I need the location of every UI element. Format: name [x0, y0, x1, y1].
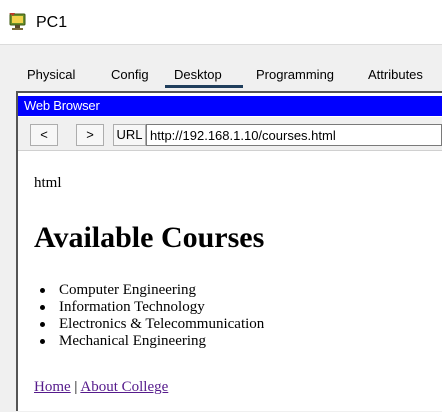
bullet-icon [40, 288, 45, 293]
browser-nav-bar: < > URL [18, 117, 442, 151]
course-name: Information Technology [59, 299, 205, 315]
tab-physical[interactable]: Physical [27, 65, 75, 87]
list-item: Mechanical Engineering [34, 333, 264, 350]
page-heading: Available Courses [34, 221, 265, 254]
course-name: Computer Engineering [59, 282, 197, 298]
tab-bar: Physical Config Desktop Programming Attr… [0, 65, 442, 87]
window-title: PC1 [36, 14, 68, 31]
list-item: Information Technology [34, 299, 264, 316]
home-link[interactable]: Home [34, 379, 71, 395]
bullet-icon [40, 322, 45, 327]
pc-icon [7, 11, 31, 33]
doc-label: html [34, 175, 62, 191]
active-tab-indicator [165, 85, 243, 88]
course-name: Mechanical Engineering [59, 333, 207, 349]
browser-title-bar: Web Browser [18, 96, 442, 116]
link-separator: | [74, 379, 78, 395]
title-bar: PC1 [0, 0, 442, 44]
tab-config[interactable]: Config [111, 65, 149, 87]
list-item: Computer Engineering [34, 282, 264, 299]
url-input[interactable] [146, 124, 442, 146]
bullet-icon [40, 305, 45, 310]
back-button[interactable]: < [30, 124, 58, 146]
tab-attributes[interactable]: Attributes [368, 65, 423, 87]
forward-button[interactable]: > [76, 124, 104, 146]
tab-desktop[interactable]: Desktop [174, 65, 222, 87]
bullet-icon [40, 339, 45, 344]
url-label: URL [113, 124, 146, 146]
course-list: Computer Engineering Information Technol… [34, 282, 264, 350]
page-links: Home | About College [34, 378, 168, 396]
course-name: Electronics & Telecommunication [59, 316, 265, 332]
list-item: Electronics & Telecommunication [34, 316, 264, 333]
tab-programming[interactable]: Programming [256, 65, 334, 87]
about-college-link[interactable]: About College [80, 379, 168, 395]
